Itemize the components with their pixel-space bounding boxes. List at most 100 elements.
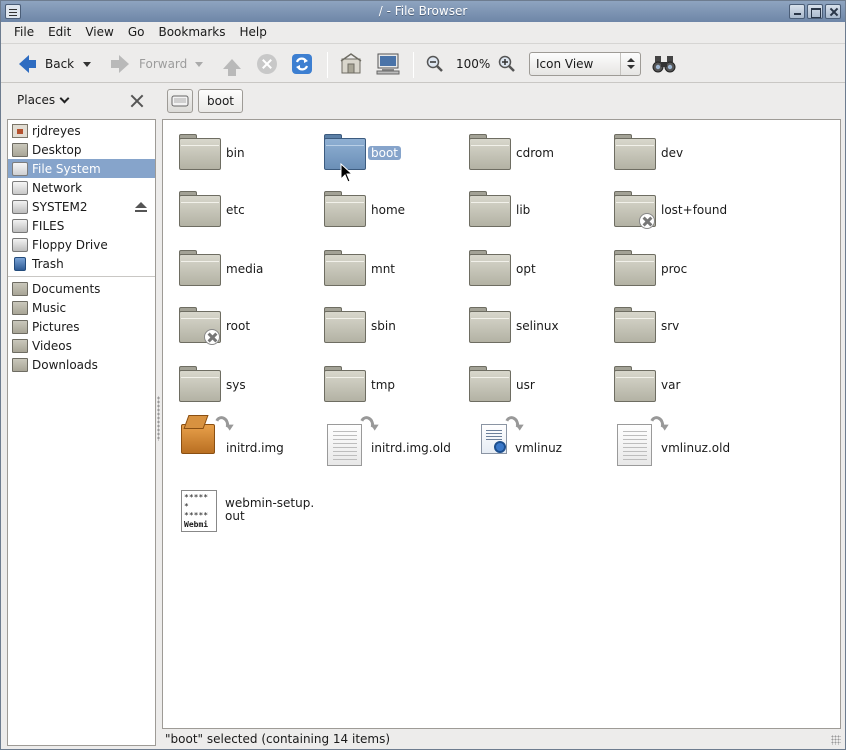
close-sidebar-icon[interactable] (130, 94, 144, 108)
folder-icon (12, 281, 28, 296)
file-item-root[interactable]: root (179, 307, 319, 347)
file-name: usr (516, 378, 535, 392)
file-item-sys[interactable]: sys (179, 366, 319, 406)
zoom-level[interactable]: 100% (456, 52, 490, 76)
menu-view[interactable]: View (78, 22, 120, 42)
folder-icon (12, 142, 28, 157)
file-item-proc[interactable]: proc (614, 250, 754, 290)
folder-icon (469, 307, 511, 343)
folder-icon (614, 250, 656, 286)
sidebar-item-videos[interactable]: Videos (8, 336, 155, 355)
sidebar-item-music[interactable]: Music (8, 298, 155, 317)
search-button[interactable] (652, 52, 676, 76)
file-item-opt[interactable]: opt (469, 250, 609, 290)
file-item-sbin[interactable]: sbin (324, 307, 464, 347)
file-name: var (661, 378, 681, 392)
file-name: vmlinuz.old (661, 441, 731, 455)
icon-view[interactable]: bin boot cdrom dev etc home lib lost+fou… (162, 119, 841, 729)
title-bar[interactable]: / - File Browser (1, 1, 845, 22)
file-item-lib[interactable]: lib (469, 191, 609, 231)
sidebar-item-label: Network (32, 180, 83, 195)
file-name: etc (226, 203, 245, 217)
folder-icon (469, 191, 511, 227)
file-item-var[interactable]: var (614, 366, 754, 406)
sidebar-item-file-system[interactable]: File System (8, 159, 155, 178)
forward-button[interactable]: Forward (111, 52, 187, 76)
back-button[interactable]: Back (19, 52, 74, 76)
back-history-dropdown[interactable] (83, 52, 91, 76)
folder-icon (324, 250, 366, 286)
file-name: selinux (516, 319, 559, 333)
file-name: webmin-setup. out (225, 496, 315, 523)
up-button[interactable] (223, 52, 241, 76)
sidebar-item-files[interactable]: FILES (8, 216, 155, 235)
file-name: initrd.img.old (371, 441, 451, 455)
file-item-webmin-setup-out[interactable]: ***** * ***** Webmi webmin-setup. out (181, 490, 321, 534)
path-boot-button[interactable]: boot (198, 89, 244, 113)
sidebar-item-desktop[interactable]: Desktop (8, 140, 155, 159)
sidebar-item-label: Videos (32, 338, 72, 353)
package-icon (181, 424, 215, 454)
minimize-button[interactable] (789, 4, 805, 19)
places-label: Places (17, 93, 56, 107)
menu-bookmarks[interactable]: Bookmarks (151, 22, 232, 42)
reload-button[interactable] (291, 52, 313, 76)
menu-go[interactable]: Go (121, 22, 152, 42)
sidebar-item-rjdreyes[interactable]: rjdreyes (8, 121, 155, 140)
file-item-cdrom[interactable]: cdrom (469, 134, 609, 174)
forward-history-dropdown[interactable] (195, 52, 203, 76)
view-mode-select[interactable]: Icon View (529, 52, 641, 76)
home-button[interactable] (340, 52, 362, 76)
menu-edit[interactable]: Edit (41, 22, 78, 42)
maximize-button[interactable] (807, 4, 823, 19)
folder-icon (179, 250, 221, 286)
sidebar-item-system2[interactable]: SYSTEM2 (8, 197, 155, 216)
file-item-srv[interactable]: srv (614, 307, 754, 347)
sidebar-item-documents[interactable]: Documents (8, 279, 155, 298)
document-icon (617, 424, 652, 466)
file-item-vmlinuz[interactable]: vmlinuz (479, 414, 619, 466)
places-sidebar: rjdreyes Desktop File System Network SYS… (7, 119, 156, 746)
menu-help[interactable]: Help (233, 22, 274, 42)
sidebar-item-trash[interactable]: Trash (8, 254, 155, 273)
close-window-button[interactable] (825, 4, 841, 19)
computer-button[interactable] (376, 52, 400, 76)
folder-icon (12, 300, 28, 315)
folder-icon (324, 191, 366, 227)
file-item-usr[interactable]: usr (469, 366, 609, 406)
sidebar-item-pictures[interactable]: Pictures (8, 317, 155, 336)
pane-resize-handle[interactable] (157, 396, 160, 441)
file-item-selinux[interactable]: selinux (469, 307, 609, 347)
toolbar: Back Forward 100% Icon View (1, 43, 845, 83)
folder-icon (179, 191, 221, 227)
path-root-button[interactable] (167, 89, 193, 113)
file-item-lost-found[interactable]: lost+found (614, 191, 754, 231)
folder-icon (469, 366, 511, 402)
sidebar-item-label: Floppy Drive (32, 237, 108, 252)
stop-button[interactable] (257, 52, 277, 76)
resize-grip-icon[interactable] (831, 735, 841, 745)
zoom-out-button[interactable] (426, 52, 444, 76)
eject-icon[interactable] (135, 202, 147, 212)
file-item-etc[interactable]: etc (179, 191, 319, 231)
file-item-bin[interactable]: bin (179, 134, 319, 174)
sidebar-item-network[interactable]: Network (8, 178, 155, 197)
file-item-dev[interactable]: dev (614, 134, 754, 174)
file-item-tmp[interactable]: tmp (324, 366, 464, 406)
sidebar-item-label: Documents (32, 281, 101, 296)
places-dropdown[interactable]: Places (17, 93, 70, 107)
chevron-down-icon (83, 61, 91, 67)
file-item-initrd-img[interactable]: initrd.img (179, 414, 319, 466)
zoom-in-button[interactable] (498, 52, 516, 76)
file-item-vmlinuz-old[interactable]: vmlinuz.old (614, 414, 754, 466)
file-item-media[interactable]: media (179, 250, 319, 290)
folder-icon (12, 338, 28, 353)
menu-file[interactable]: File (7, 22, 41, 42)
file-item-initrd-img-old[interactable]: initrd.img.old (324, 414, 464, 466)
status-bar: "boot" selected (containing 14 items) (1, 730, 845, 749)
sidebar-item-floppy-drive[interactable]: Floppy Drive (8, 235, 155, 254)
sidebar-item-downloads[interactable]: Downloads (8, 355, 155, 374)
file-item-home[interactable]: home (324, 191, 464, 231)
file-item-mnt[interactable]: mnt (324, 250, 464, 290)
folder-icon (614, 366, 656, 402)
